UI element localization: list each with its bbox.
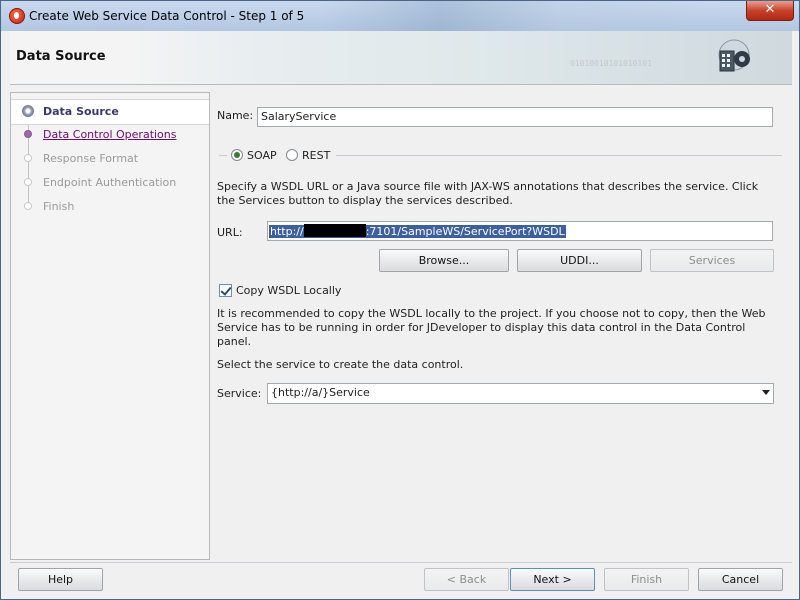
- nav-step-label: Data Source: [43, 105, 119, 118]
- nav-step-label: Endpoint Authentication: [43, 176, 177, 189]
- nav-step-label: Response Format: [43, 152, 139, 165]
- step-banner: Data Source 01010010101010101: [10, 31, 792, 85]
- soap-radio[interactable]: [231, 149, 243, 161]
- nav-step-finish: Finish: [11, 195, 209, 219]
- step-dot-icon: [24, 130, 32, 138]
- chevron-down-icon: [762, 390, 770, 395]
- name-label: Name:: [217, 109, 254, 122]
- close-button[interactable]: ✕: [746, 1, 794, 21]
- help-button[interactable]: Help: [18, 568, 103, 591]
- url-label: URL:: [217, 226, 243, 239]
- jdeveloper-app-icon: [9, 8, 25, 24]
- finish-button: Finish: [604, 568, 689, 591]
- select-service-text: Select the service to create the data co…: [217, 358, 464, 371]
- close-icon: ✕: [764, 2, 776, 17]
- service-label: Service:: [217, 387, 262, 400]
- banner-title: Data Source: [16, 49, 106, 64]
- url-prefix: http://: [270, 225, 304, 238]
- data-source-panel: Name: SalaryService SOAP REST Specify a …: [209, 92, 792, 558]
- step-dot-icon: [24, 202, 32, 210]
- banner-binary-decoration: 01010010101010101: [570, 59, 652, 68]
- services-button: Services: [650, 249, 774, 272]
- copy-wsdl-checkbox[interactable]: [219, 284, 232, 297]
- step-current-icon: [22, 105, 34, 117]
- binding-separator-left: [219, 155, 227, 156]
- soap-radio-label: SOAP: [247, 149, 277, 162]
- nav-step-label: Data Control Operations: [43, 128, 177, 141]
- nav-step-data-control-operations[interactable]: Data Control Operations: [11, 123, 209, 147]
- uddi-button[interactable]: UDDI...: [517, 249, 642, 272]
- footer-separator: [10, 562, 792, 563]
- wizard-step-nav: Data Source Data Control Operations Resp…: [10, 92, 210, 560]
- cancel-button[interactable]: Cancel: [698, 568, 783, 591]
- copy-wsdl-label: Copy WSDL Locally: [236, 284, 342, 297]
- service-select[interactable]: {http://a/}Service: [267, 383, 774, 404]
- dialog-window: Create Web Service Data Control - Step 1…: [0, 0, 800, 600]
- nav-step-endpoint-authentication: Endpoint Authentication: [11, 171, 209, 195]
- window-title: Create Web Service Data Control - Step 1…: [29, 9, 305, 23]
- binding-separator-right: [336, 155, 782, 156]
- rest-radio[interactable]: [286, 149, 298, 161]
- data-control-wizard-icon: [718, 39, 750, 72]
- nav-step-data-source[interactable]: Data Source: [11, 99, 209, 125]
- nav-step-response-format: Response Format: [11, 147, 209, 171]
- redacted-host: [303, 224, 366, 237]
- step-dot-icon: [24, 178, 32, 186]
- url-suffix: :7101/SampleWS/ServicePort?WSDL: [365, 225, 565, 238]
- nav-step-label: Finish: [43, 200, 75, 213]
- url-selection: http:// :7101/SampleWS/ServicePort?WSDL: [269, 224, 566, 238]
- service-select-value: {http://a/}Service: [271, 386, 370, 399]
- rest-radio-label: REST: [302, 149, 331, 162]
- step-dot-icon: [24, 154, 32, 162]
- name-field[interactable]: SalaryService: [257, 107, 773, 127]
- title-bar[interactable]: Create Web Service Data Control - Step 1…: [1, 1, 799, 31]
- url-field[interactable]: http:// :7101/SampleWS/ServicePort?WSDL: [267, 221, 773, 241]
- back-button: < Back: [424, 568, 509, 591]
- wsdl-description: Specify a WSDL URL or a Java source file…: [217, 180, 759, 207]
- copy-wsdl-note: It is recommended to copy the WSDL local…: [217, 307, 766, 348]
- title-bar-glass: [321, 1, 721, 31]
- browse-button[interactable]: Browse...: [379, 249, 509, 272]
- next-button[interactable]: Next >: [510, 568, 595, 591]
